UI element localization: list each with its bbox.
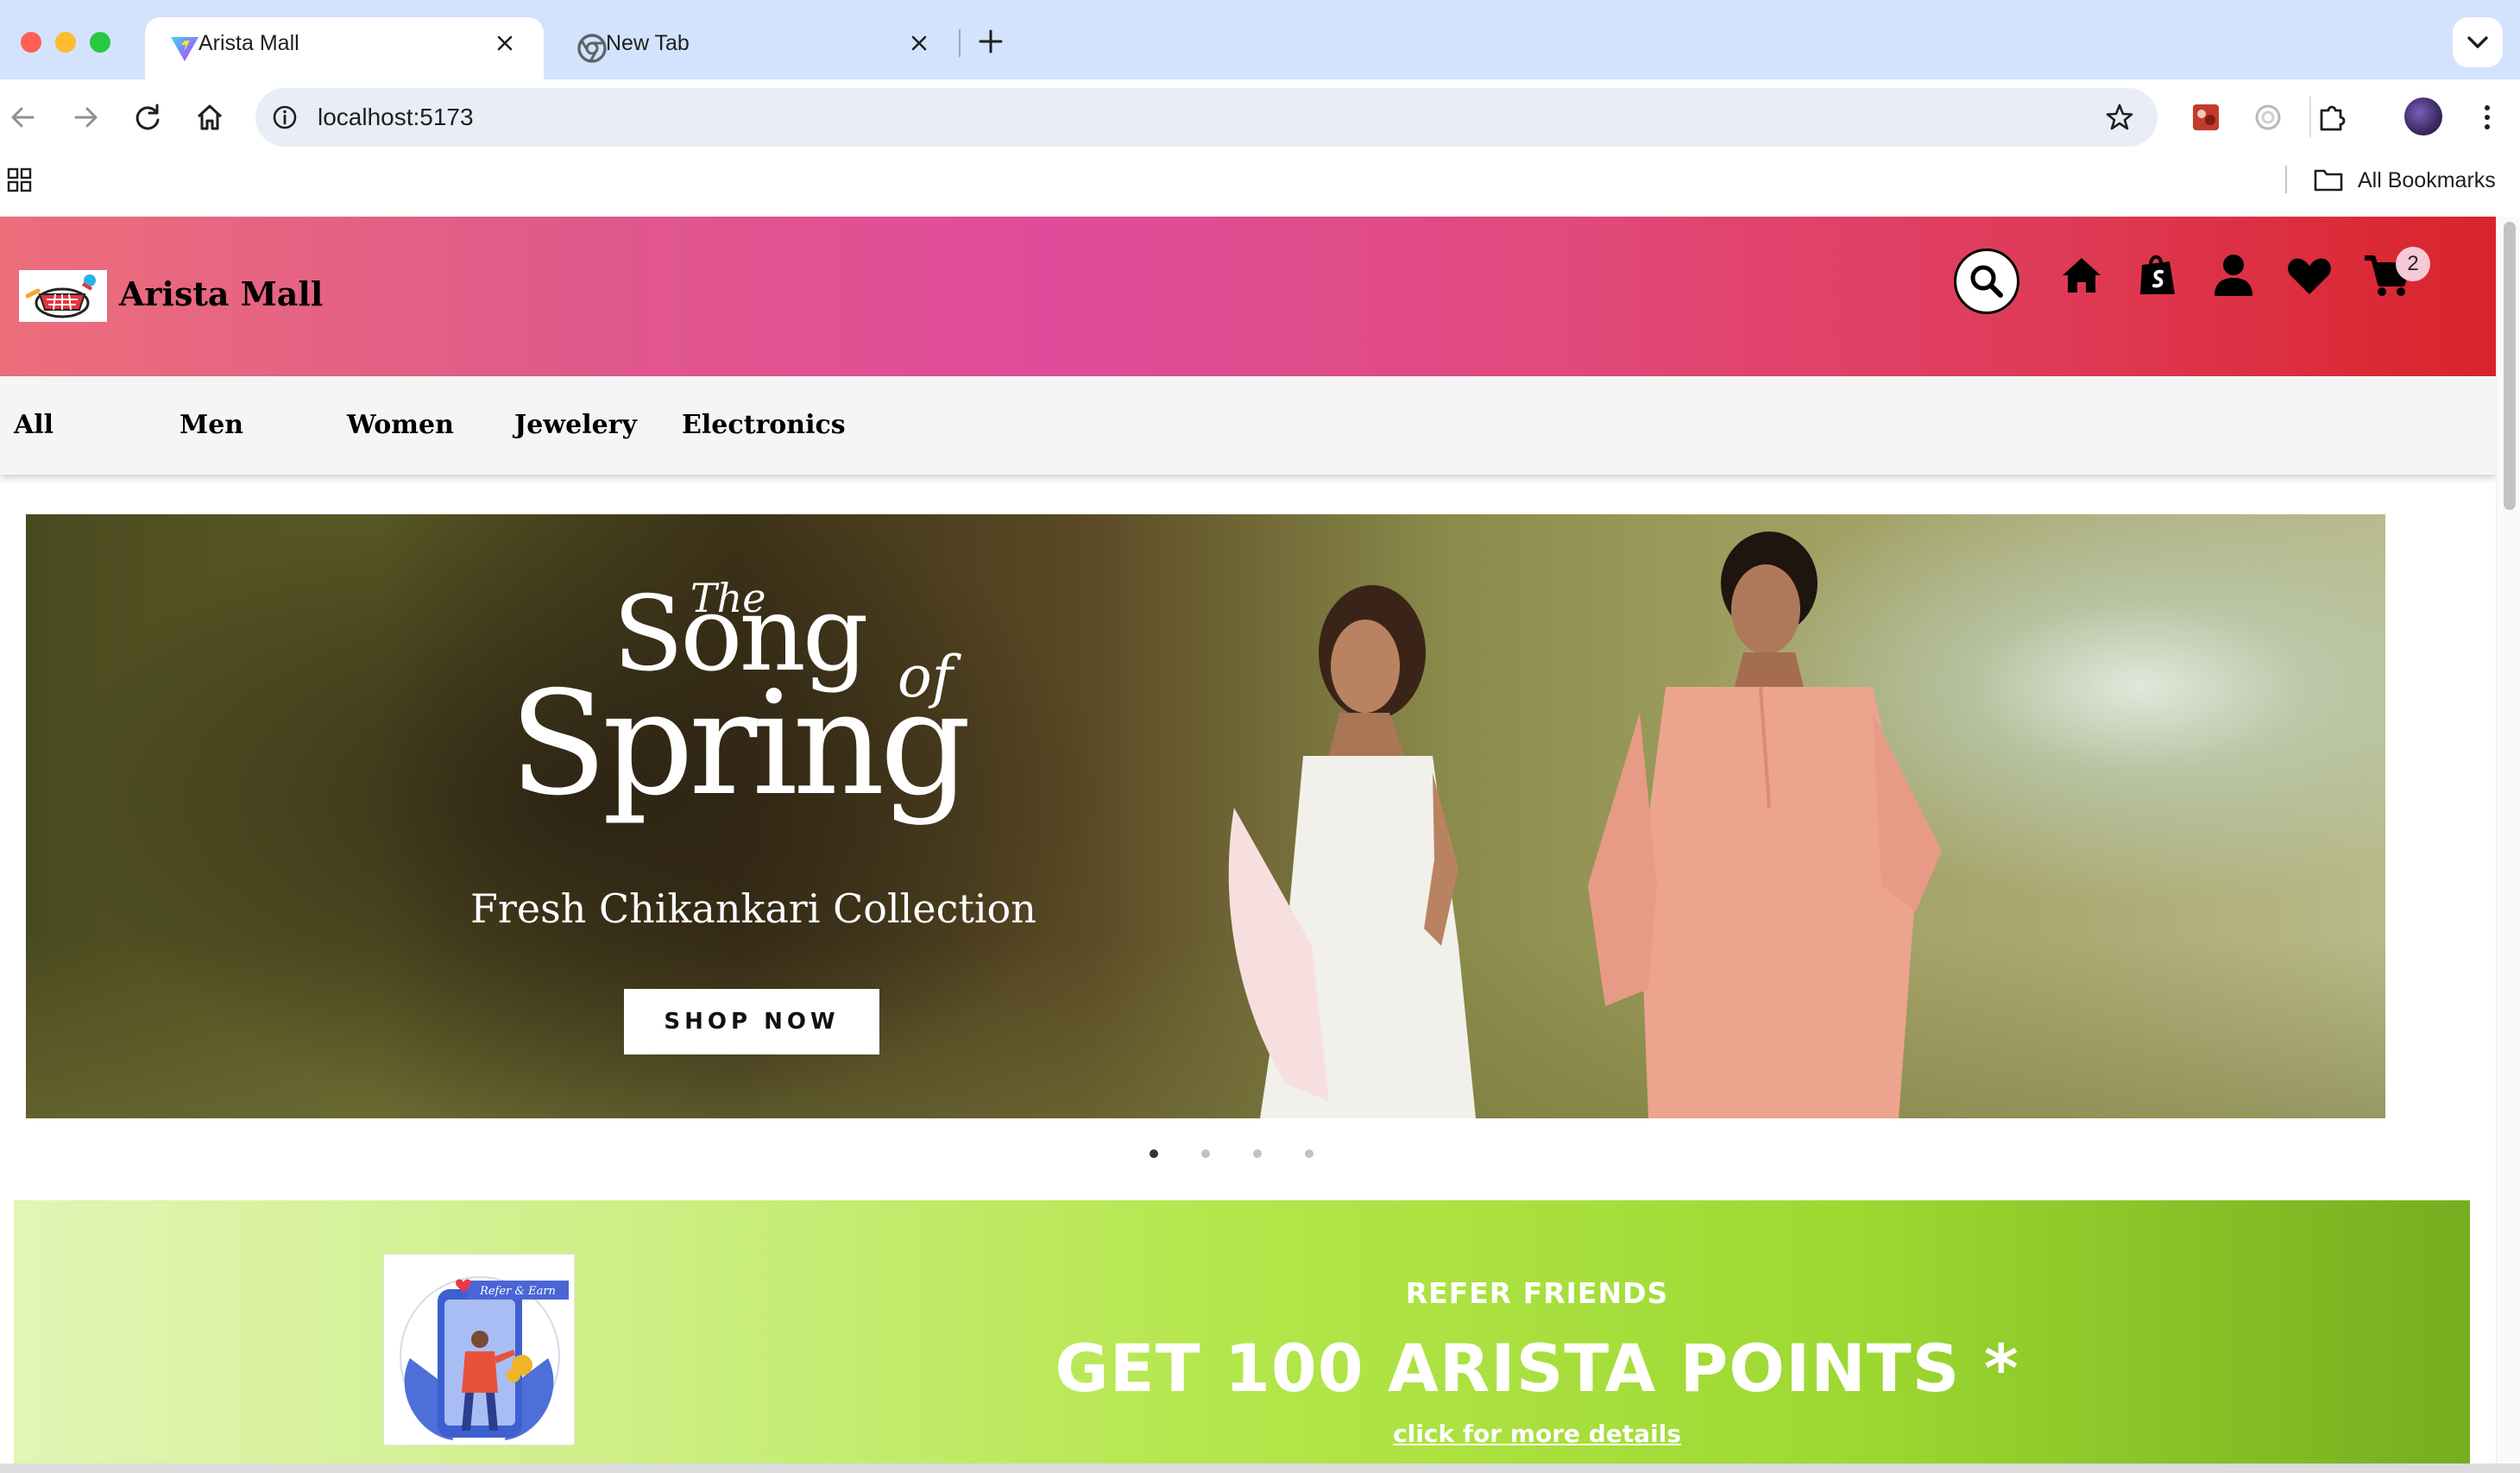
tab-search-button[interactable] bbox=[2453, 17, 2503, 67]
folder-icon bbox=[2314, 169, 2343, 192]
category-all[interactable]: All bbox=[14, 376, 54, 475]
forward-arrow-icon[interactable] bbox=[66, 98, 105, 137]
browser-chrome: Arista Mall New Tab localhost:5173 All B… bbox=[0, 0, 2520, 217]
profile-avatar[interactable] bbox=[2404, 98, 2442, 135]
refer-eyebrow: REFER FRIENDS bbox=[1405, 1276, 1669, 1310]
all-bookmarks-label: All Bookmarks bbox=[2358, 168, 2496, 192]
search-button[interactable] bbox=[1954, 249, 2019, 314]
carousel-dot-2[interactable] bbox=[1201, 1149, 1210, 1158]
home-icon[interactable] bbox=[190, 98, 230, 137]
carousel-dot-3[interactable] bbox=[1253, 1149, 1262, 1158]
category-women[interactable]: Women bbox=[347, 376, 454, 475]
window-minimize-button[interactable] bbox=[55, 32, 76, 53]
brand-name[interactable]: Arista Mall bbox=[119, 264, 323, 324]
apps-grid-icon[interactable] bbox=[7, 167, 33, 193]
close-tab-icon[interactable] bbox=[906, 30, 932, 56]
heart-icon[interactable] bbox=[2285, 251, 2334, 299]
address-bar[interactable]: localhost:5173 bbox=[255, 88, 2158, 147]
shop-now-button[interactable]: SHOP NOW bbox=[624, 989, 879, 1054]
extension-red-icon[interactable] bbox=[2185, 97, 2227, 138]
site-header: Arista Mall 2 bbox=[0, 217, 2496, 376]
chevron-down-icon bbox=[2467, 36, 2488, 48]
tab-title: New Tab bbox=[606, 31, 690, 55]
carousel-dot-4[interactable] bbox=[1305, 1149, 1314, 1158]
puzzle-piece-icon bbox=[2320, 105, 2346, 131]
refer-details-link[interactable]: click for more details bbox=[1205, 1419, 1869, 1448]
reload-icon[interactable] bbox=[128, 98, 167, 137]
tab-strip: Arista Mall New Tab bbox=[0, 0, 2520, 79]
page-scrollbar[interactable] bbox=[2496, 217, 2520, 1464]
target-icon bbox=[2255, 104, 2281, 130]
search-icon bbox=[1970, 265, 2003, 298]
category-jewelery[interactable]: Jewelery bbox=[514, 376, 637, 475]
hero-carousel-slide[interactable]: The Song of Spring Fresh Chikankari Coll… bbox=[26, 514, 2385, 1118]
refer-headline: GET 100 ARISTA POINTS * bbox=[1055, 1330, 2019, 1407]
refer-and-earn-illustration: Refer & Earn bbox=[383, 1254, 575, 1445]
vite-logo-icon bbox=[171, 37, 198, 61]
user-icon[interactable] bbox=[2209, 251, 2258, 299]
brand-logo[interactable] bbox=[19, 270, 107, 322]
back-arrow-icon[interactable] bbox=[3, 98, 43, 137]
refer-earn-caption: Refer & Earn bbox=[479, 1285, 556, 1298]
chrome-logo-icon bbox=[577, 34, 607, 63]
category-nav: All Men Women Jewelery Electronics bbox=[0, 376, 2496, 475]
tab-separator bbox=[959, 29, 961, 57]
url-text[interactable]: localhost:5173 bbox=[318, 88, 474, 147]
close-tab-icon[interactable] bbox=[492, 30, 518, 56]
window-close-button[interactable] bbox=[21, 32, 41, 53]
page-scrollbar-thumb[interactable] bbox=[2504, 222, 2516, 510]
extensions-puzzle-button[interactable] bbox=[2309, 97, 2351, 138]
category-electronics[interactable]: Electronics bbox=[682, 376, 846, 475]
shopping-basket-logo bbox=[25, 274, 96, 318]
cart-count-badge: 2 bbox=[2396, 247, 2430, 281]
refer-earn-illustration: Refer & Earn bbox=[400, 1276, 569, 1440]
carousel-dot-1[interactable] bbox=[1150, 1149, 1158, 1158]
window-zoom-button[interactable] bbox=[90, 32, 110, 53]
home-icon[interactable] bbox=[2057, 251, 2106, 299]
bookmark-star-icon[interactable] bbox=[2102, 100, 2137, 135]
hero-headline-spring: Spring bbox=[509, 661, 972, 828]
hero-model-man bbox=[1588, 532, 1942, 1118]
extension-target-icon[interactable] bbox=[2247, 97, 2289, 138]
referral-banner[interactable]: Refer & Earn REFER FRIENDS GET 100 ARIST… bbox=[14, 1200, 2470, 1464]
tab-new-tab[interactable]: New Tab bbox=[552, 17, 958, 79]
tab-arista-mall[interactable]: Arista Mall bbox=[145, 17, 544, 79]
page-viewport: Arista Mall 2 All Men Women Jewelery Ele… bbox=[0, 217, 2520, 1464]
extension-red-icon-glyph bbox=[2193, 104, 2219, 130]
kebab-menu-icon[interactable] bbox=[2470, 97, 2504, 138]
category-men[interactable]: Men bbox=[180, 376, 243, 475]
window-bottom-edge bbox=[0, 1464, 2520, 1473]
browser-toolbar: localhost:5173 bbox=[0, 79, 2520, 155]
new-tab-plus-icon[interactable] bbox=[973, 24, 1008, 59]
hero-subtitle: Fresh Chikankari Collection bbox=[470, 885, 1036, 932]
tab-title: Arista Mall bbox=[198, 31, 299, 55]
site-info-icon[interactable] bbox=[268, 100, 302, 135]
bookmarks-bar: All Bookmarks bbox=[0, 155, 2520, 217]
shopify-bag-icon[interactable] bbox=[2133, 251, 2182, 299]
bookmarks-divider bbox=[2285, 166, 2287, 193]
